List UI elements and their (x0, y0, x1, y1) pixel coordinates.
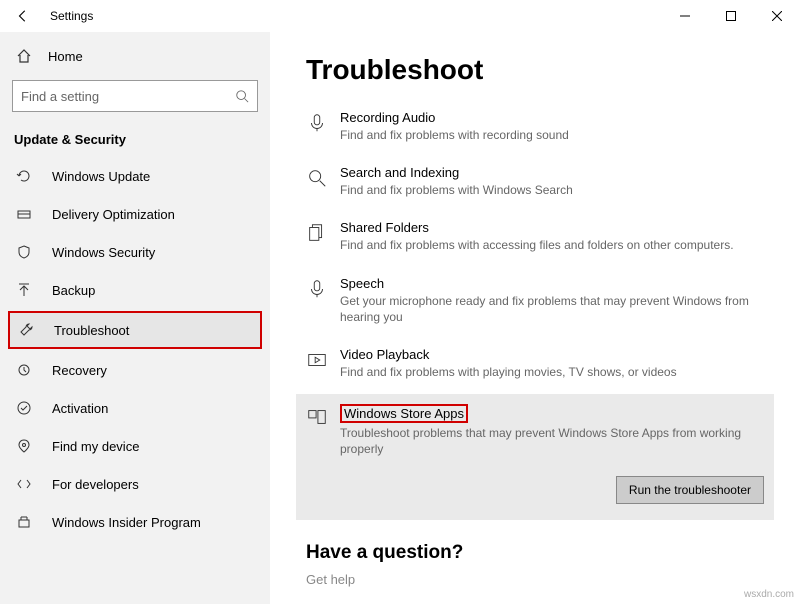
sidebar-item-insider[interactable]: Windows Insider Program (0, 503, 270, 541)
main-content: Troubleshoot Recording Audio Find and fi… (280, 32, 800, 604)
search-icon (306, 165, 340, 198)
minimize-button[interactable] (662, 0, 708, 32)
ts-desc: Find and fix problems with playing movie… (340, 364, 774, 380)
sidebar-section: Update & Security (0, 126, 270, 157)
question-heading: Have a question? (306, 542, 774, 564)
ts-desc: Find and fix problems with recording sou… (340, 127, 774, 143)
home-icon (16, 48, 34, 64)
sidebar-item-find-my-device[interactable]: Find my device (0, 427, 270, 465)
ts-title: Speech (340, 276, 774, 291)
maximize-button[interactable] (708, 0, 754, 32)
ts-desc: Troubleshoot problems that may prevent W… (340, 425, 764, 457)
watermark: wsxdn.com (744, 589, 794, 600)
ts-title: Shared Folders (340, 220, 774, 235)
mic-icon (306, 110, 340, 143)
nav-label: Activation (52, 401, 108, 416)
nav-label: Delivery Optimization (52, 207, 175, 222)
insider-icon (16, 514, 34, 530)
search-input[interactable]: Find a setting (12, 80, 258, 112)
ts-title: Video Playback (340, 347, 774, 362)
nav-label: Windows Security (52, 245, 155, 260)
sidebar-item-recovery[interactable]: Recovery (0, 351, 270, 389)
store-icon (306, 404, 340, 503)
run-troubleshooter-button[interactable]: Run the troubleshooter (616, 476, 764, 504)
speech-icon (306, 276, 340, 325)
video-icon (306, 347, 340, 380)
sidebar-item-windows-update[interactable]: Windows Update (0, 157, 270, 195)
ts-title: Search and Indexing (340, 165, 774, 180)
sidebar: Home Find a setting Update & Security Wi… (0, 32, 270, 604)
delivery-icon (16, 206, 34, 222)
code-icon (16, 476, 34, 492)
ts-desc: Find and fix problems with Windows Searc… (340, 182, 774, 198)
backup-icon (16, 282, 34, 298)
sidebar-item-windows-security[interactable]: Windows Security (0, 233, 270, 271)
close-button[interactable] (754, 0, 800, 32)
search-placeholder: Find a setting (21, 89, 99, 104)
activation-icon (16, 400, 34, 416)
ts-desc: Get your microphone ready and fix proble… (340, 293, 774, 325)
ts-title: Recording Audio (340, 110, 774, 125)
wrench-icon (18, 322, 36, 338)
recovery-icon (16, 362, 34, 378)
nav-label: Find my device (52, 439, 139, 454)
nav-label: Troubleshoot (54, 323, 129, 338)
troubleshoot-search-indexing[interactable]: Search and Indexing Find and fix problem… (306, 157, 774, 212)
get-help-link[interactable]: Get help (306, 572, 774, 587)
nav-label: Backup (52, 283, 95, 298)
home-label: Home (48, 49, 83, 64)
troubleshoot-speech[interactable]: Speech Get your microphone ready and fix… (306, 268, 774, 339)
back-button[interactable] (12, 5, 34, 27)
troubleshoot-windows-store-apps[interactable]: Windows Store Apps Troubleshoot problems… (296, 394, 774, 519)
nav-label: Windows Update (52, 169, 150, 184)
sidebar-item-for-developers[interactable]: For developers (0, 465, 270, 503)
troubleshoot-shared-folders[interactable]: Shared Folders Find and fix problems wit… (306, 212, 774, 267)
nav-label: Windows Insider Program (52, 515, 201, 530)
search-icon (235, 89, 249, 103)
location-icon (16, 438, 34, 454)
home-link[interactable]: Home (0, 38, 270, 74)
update-icon (16, 168, 34, 184)
troubleshoot-recording-audio[interactable]: Recording Audio Find and fix problems wi… (306, 102, 774, 157)
sidebar-item-activation[interactable]: Activation (0, 389, 270, 427)
troubleshoot-video-playback[interactable]: Video Playback Find and fix problems wit… (306, 339, 774, 394)
shield-icon (16, 244, 34, 260)
sidebar-item-backup[interactable]: Backup (0, 271, 270, 309)
ts-title: Windows Store Apps (340, 404, 468, 423)
folder-icon (306, 220, 340, 253)
nav-label: For developers (52, 477, 139, 492)
ts-desc: Find and fix problems with accessing fil… (340, 237, 774, 253)
window-title: Settings (50, 9, 93, 23)
sidebar-item-troubleshoot[interactable]: Troubleshoot (8, 311, 262, 349)
nav-label: Recovery (52, 363, 107, 378)
sidebar-item-delivery-optimization[interactable]: Delivery Optimization (0, 195, 270, 233)
page-title: Troubleshoot (306, 54, 774, 86)
